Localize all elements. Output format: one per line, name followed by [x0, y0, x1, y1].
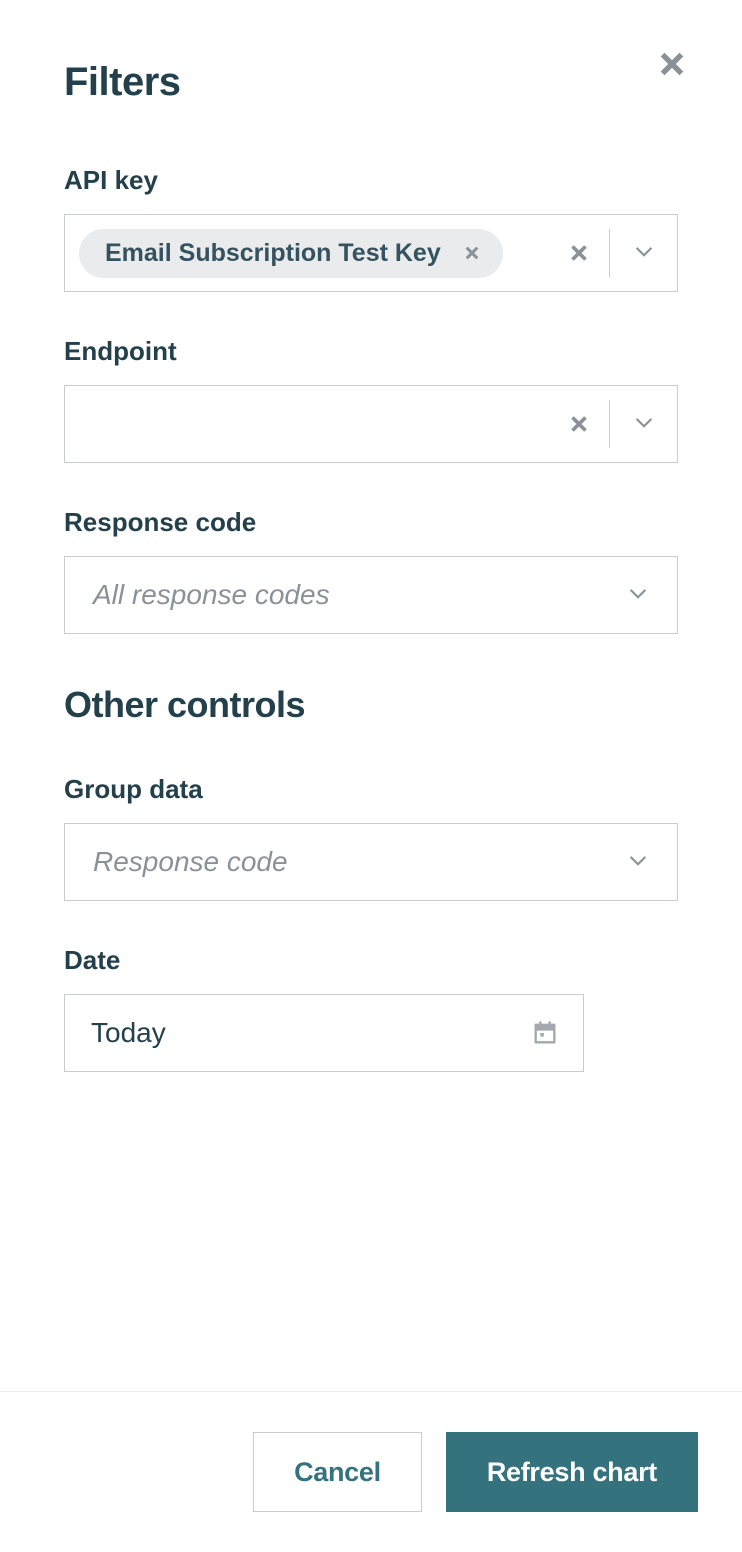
- group-data-select-body: Response code: [65, 824, 617, 900]
- chevron-down-icon: [625, 849, 651, 875]
- response-code-field: Response code All response codes: [64, 507, 678, 634]
- chevron-down-icon: [631, 240, 657, 266]
- date-field: Date Today: [64, 945, 678, 1072]
- endpoint-field: Endpoint: [64, 336, 678, 463]
- api-key-dropdown-toggle[interactable]: [609, 229, 677, 277]
- endpoint-select[interactable]: [64, 385, 678, 463]
- panel-title: Filters: [64, 60, 181, 105]
- date-label: Date: [64, 945, 678, 976]
- api-key-pill-remove[interactable]: [459, 240, 485, 266]
- endpoint-dropdown-toggle[interactable]: [609, 400, 677, 448]
- api-key-pill-label: Email Subscription Test Key: [105, 239, 441, 268]
- response-code-dropdown-toggle[interactable]: [617, 582, 677, 608]
- close-icon: [568, 413, 590, 435]
- date-picker[interactable]: Today: [64, 994, 584, 1072]
- api-key-select-body: Email Subscription Test Key: [65, 215, 555, 291]
- api-key-select[interactable]: Email Subscription Test Key: [64, 214, 678, 292]
- endpoint-label: Endpoint: [64, 336, 678, 367]
- chevron-down-icon: [625, 582, 651, 608]
- close-icon: [568, 242, 590, 264]
- panel-footer: Cancel Refresh chart: [0, 1391, 742, 1552]
- api-key-clear[interactable]: [555, 229, 603, 277]
- close-icon: [463, 244, 481, 262]
- response-code-placeholder: All response codes: [79, 579, 330, 611]
- api-key-field: API key Email Subscription Test Key: [64, 165, 678, 292]
- group-data-select[interactable]: Response code: [64, 823, 678, 901]
- api-key-select-controls: [555, 229, 677, 277]
- api-key-label: API key: [64, 165, 678, 196]
- other-controls-title: Other controls: [64, 684, 678, 726]
- close-button[interactable]: [652, 44, 692, 84]
- response-code-label: Response code: [64, 507, 678, 538]
- group-data-label: Group data: [64, 774, 678, 805]
- cancel-button[interactable]: Cancel: [253, 1432, 422, 1512]
- endpoint-clear[interactable]: [555, 400, 603, 448]
- date-value: Today: [91, 1017, 166, 1049]
- endpoint-select-body: [65, 386, 555, 462]
- response-code-select[interactable]: All response codes: [64, 556, 678, 634]
- close-icon: [656, 48, 688, 80]
- response-code-select-body: All response codes: [65, 557, 617, 633]
- chevron-down-icon: [631, 411, 657, 437]
- refresh-chart-button[interactable]: Refresh chart: [446, 1432, 698, 1512]
- panel-header: Filters: [64, 60, 678, 105]
- api-key-pill: Email Subscription Test Key: [79, 229, 503, 278]
- group-data-field: Group data Response code: [64, 774, 678, 901]
- group-data-dropdown-toggle[interactable]: [617, 849, 677, 875]
- endpoint-select-controls: [555, 400, 677, 448]
- filters-panel: Filters API key Email Subscription Test …: [0, 0, 742, 1391]
- calendar-icon: [529, 1017, 561, 1049]
- group-data-placeholder: Response code: [79, 846, 288, 878]
